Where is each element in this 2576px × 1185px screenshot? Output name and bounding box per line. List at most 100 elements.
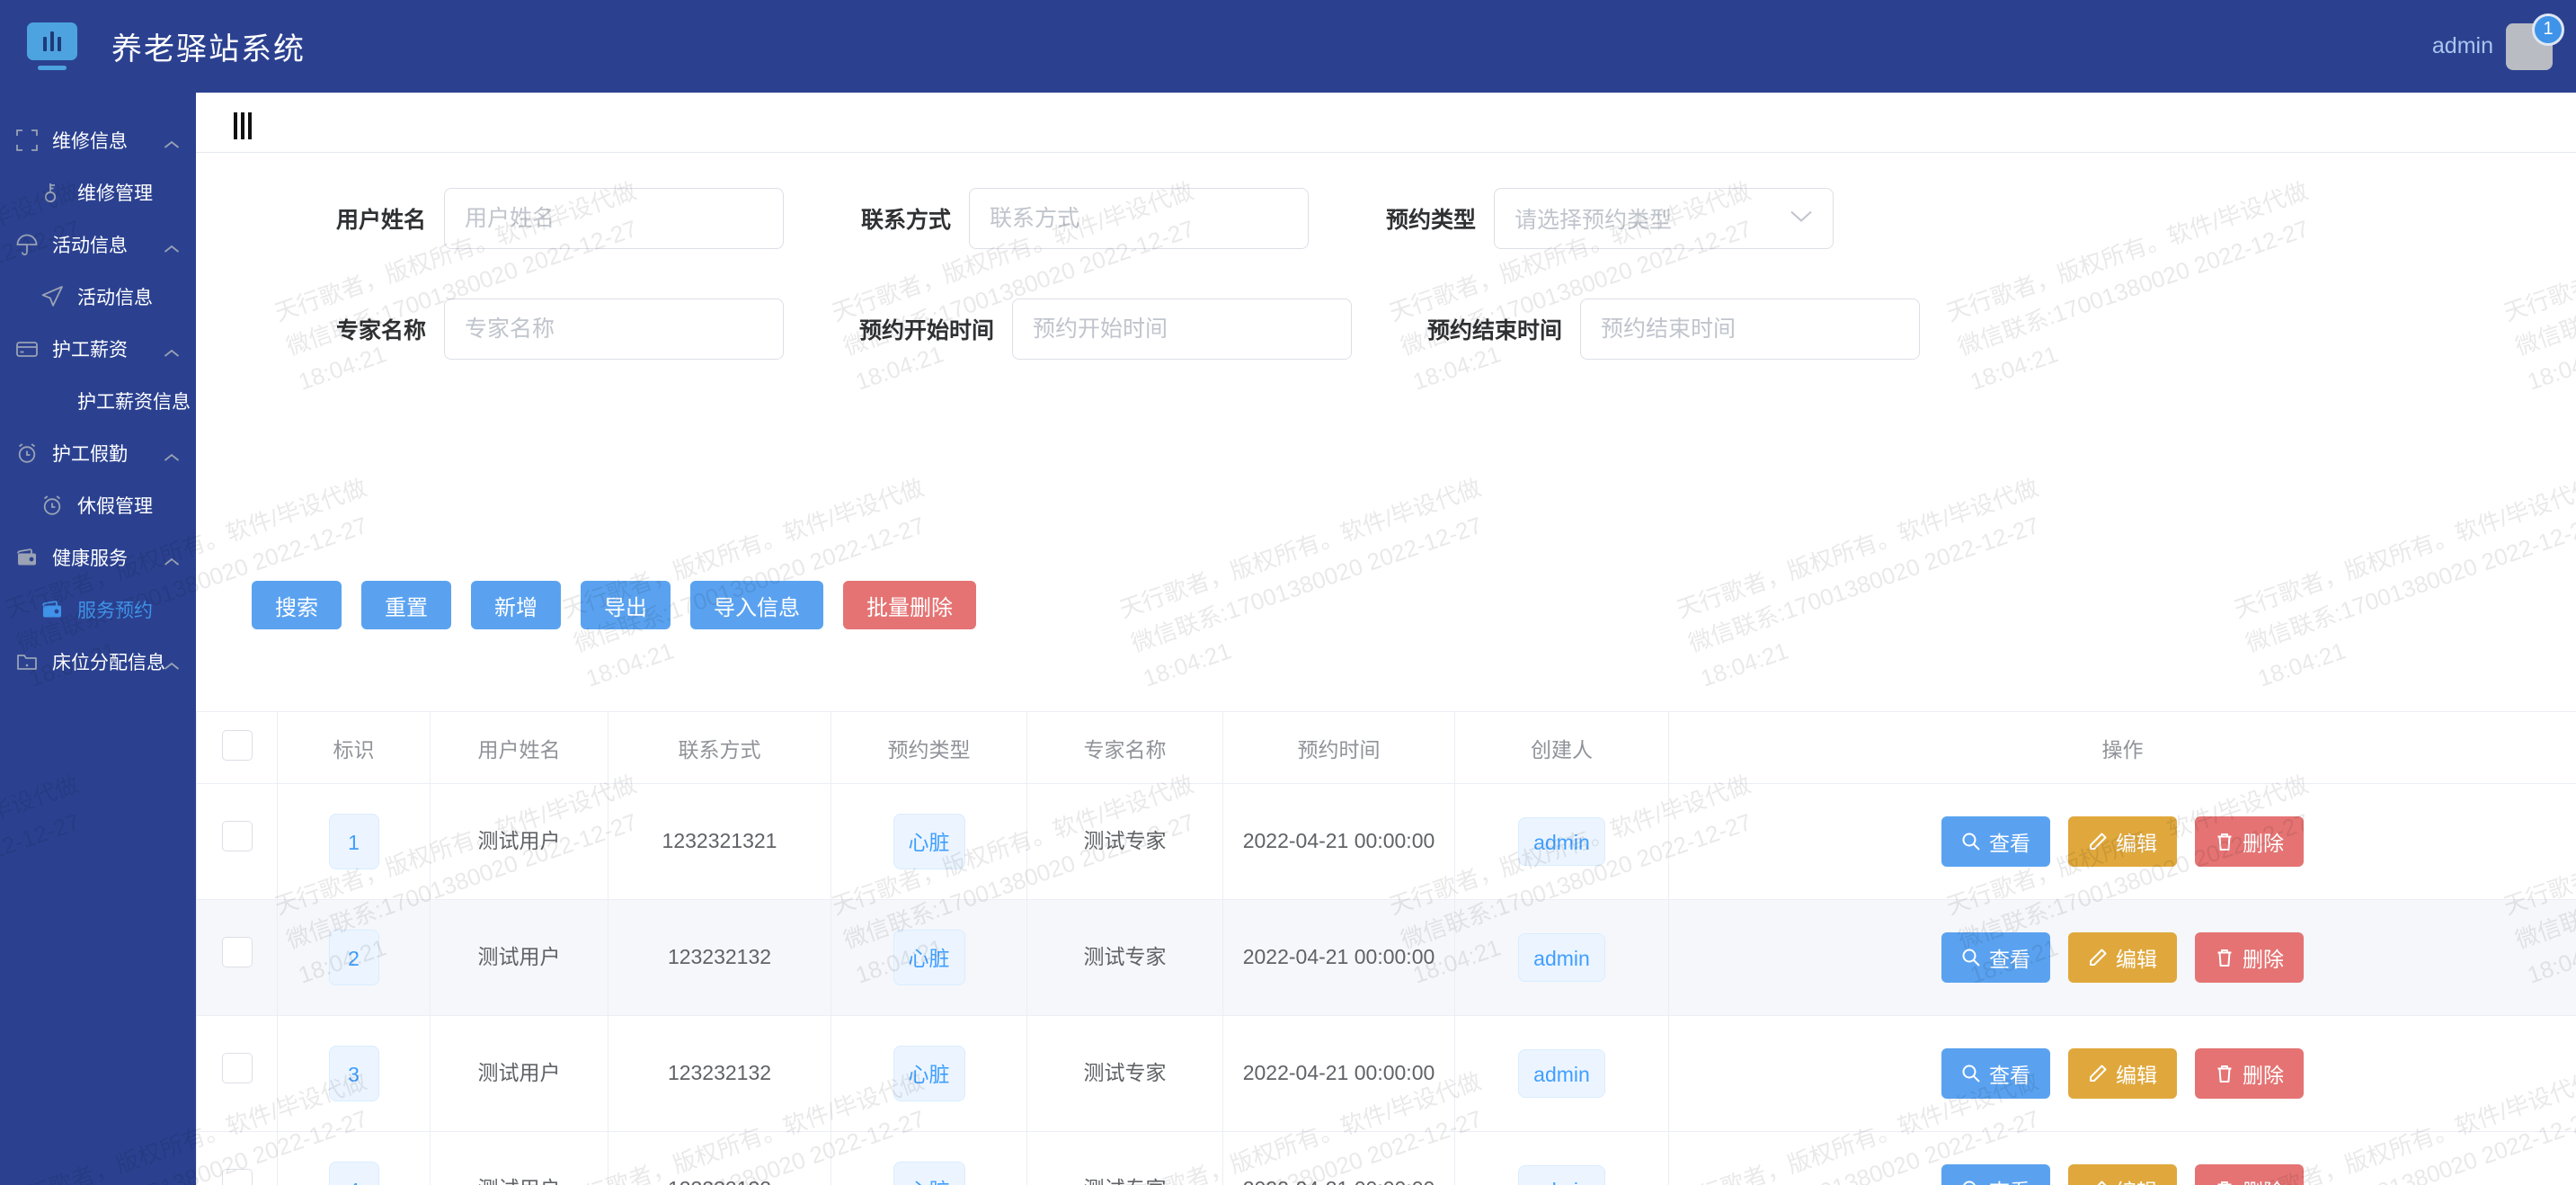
search-icon bbox=[1961, 1180, 1981, 1185]
sidebar-item-6[interactable]: 护工假勤 bbox=[0, 427, 196, 479]
cell-operations: 查看 编辑 删除 bbox=[1669, 900, 2576, 1016]
edit-pencil-icon bbox=[2088, 948, 2108, 967]
edit-button[interactable]: 编辑 bbox=[2068, 1048, 2177, 1099]
checkbox-icon[interactable] bbox=[222, 1169, 253, 1185]
user-name-label: 用户姓名 bbox=[309, 202, 426, 235]
id-tag: 3 bbox=[329, 1046, 379, 1101]
delete-button[interactable]: 删除 bbox=[2195, 932, 2304, 983]
logo-stand bbox=[38, 66, 67, 70]
cell-user-name: 测试用户 bbox=[431, 784, 608, 900]
avatar-wrapper[interactable]: 1 bbox=[2506, 23, 2553, 70]
toolbar-buttons: 搜索重置新增导出导入信息批量删除 bbox=[252, 581, 976, 629]
checkbox-icon[interactable] bbox=[222, 821, 253, 851]
chevron-up-icon[interactable] bbox=[164, 349, 180, 358]
delete-button[interactable]: 删除 bbox=[2195, 816, 2304, 867]
data-table-wrapper: 标识用户姓名联系方式预约类型专家名称预约时间创建人操作 1测试用户1232321… bbox=[196, 711, 2576, 1185]
sidebar-item-4[interactable]: 护工薪资 bbox=[0, 323, 196, 375]
row-checkbox-cell[interactable] bbox=[197, 1132, 278, 1185]
contact-input[interactable] bbox=[969, 188, 1309, 249]
sidebar-item-5[interactable]: 护工薪资信息 bbox=[0, 375, 196, 427]
alarm-clock-icon bbox=[40, 493, 65, 518]
edit-button[interactable]: 编辑 bbox=[2068, 1164, 2177, 1185]
search-icon bbox=[1961, 832, 1981, 851]
sidebar-item-9[interactable]: 服务预约 bbox=[0, 584, 196, 636]
cell-expert: 测试专家 bbox=[1027, 1132, 1223, 1185]
collapse-menu-icon[interactable] bbox=[234, 112, 252, 139]
field-start-time: 预约开始时间 bbox=[784, 298, 1352, 360]
folder-icon bbox=[14, 649, 40, 674]
sidebar-item-0[interactable]: 维修信息 bbox=[0, 114, 196, 166]
table-row[interactable]: 2测试用户123232132心脏测试专家2022-04-21 00:00:00a… bbox=[197, 900, 2576, 1016]
chevron-up-icon[interactable] bbox=[164, 140, 180, 149]
table-row[interactable]: 1测试用户1232321321心脏测试专家2022-04-21 00:00:00… bbox=[197, 784, 2576, 900]
field-user-name: 用户姓名 bbox=[196, 188, 784, 249]
select-all-checkbox[interactable] bbox=[197, 712, 278, 784]
edit-button[interactable]: 编辑 bbox=[2068, 932, 2177, 983]
chevron-up-icon[interactable] bbox=[164, 662, 180, 671]
cell-appointment-time: 2022-04-21 00:00:00 bbox=[1223, 1132, 1455, 1185]
sidebar-item-10[interactable]: 床位分配信息 bbox=[0, 636, 196, 688]
sidebar-item-8[interactable]: 健康服务 bbox=[0, 531, 196, 584]
toolbar-button-4[interactable]: 导入信息 bbox=[690, 581, 823, 629]
admin-username[interactable]: admin bbox=[2432, 33, 2493, 59]
main-content: 用户姓名 联系方式 预约类型 请选择预约类型 bbox=[196, 93, 2576, 1185]
chevron-up-icon[interactable] bbox=[164, 557, 180, 566]
appointment-type-tag: 心脏 bbox=[893, 814, 965, 869]
sidebar-item-1[interactable]: 维修管理 bbox=[0, 166, 196, 218]
cell-operations: 查看 编辑 删除 bbox=[1669, 784, 2576, 900]
toolbar-button-2[interactable]: 新增 bbox=[471, 581, 561, 629]
toolbar-button-0[interactable]: 搜索 bbox=[252, 581, 342, 629]
chevron-up-icon[interactable] bbox=[164, 453, 180, 462]
delete-button[interactable]: 删除 bbox=[2195, 1048, 2304, 1099]
edit-button-label: 编辑 bbox=[2116, 942, 2157, 973]
field-appointment-type: 预约类型 请选择预约类型 bbox=[1309, 188, 1834, 249]
edit-button-label: 编辑 bbox=[2116, 826, 2157, 857]
appointment-type-tag: 心脏 bbox=[893, 1162, 965, 1185]
view-button[interactable]: 查看 bbox=[1941, 932, 2050, 983]
key-icon bbox=[40, 180, 65, 205]
sidebar-item-label: 服务预约 bbox=[77, 596, 153, 623]
cell-user-name: 测试用户 bbox=[431, 1132, 608, 1185]
sidebar-item-2[interactable]: 活动信息 bbox=[0, 218, 196, 271]
id-tag: 2 bbox=[329, 930, 379, 985]
start-time-input[interactable] bbox=[1012, 298, 1352, 360]
table-row[interactable]: 3测试用户123232132心脏测试专家2022-04-21 00:00:00a… bbox=[197, 1016, 2576, 1132]
appointment-type-value: 请选择预约类型 bbox=[1515, 202, 1672, 235]
checkbox-icon[interactable] bbox=[222, 730, 253, 761]
appointment-type-label: 预约类型 bbox=[1359, 202, 1476, 235]
row-checkbox-cell[interactable] bbox=[197, 784, 278, 900]
view-button-label: 查看 bbox=[1989, 826, 2030, 857]
checkbox-icon[interactable] bbox=[222, 937, 253, 967]
delete-button-label: 删除 bbox=[2243, 942, 2284, 973]
header-divider bbox=[196, 152, 2576, 153]
delete-button[interactable]: 删除 bbox=[2195, 1164, 2304, 1185]
cell-contact: 1232321321 bbox=[608, 784, 831, 900]
row-checkbox-cell[interactable] bbox=[197, 900, 278, 1016]
table-head: 标识用户姓名联系方式预约类型专家名称预约时间创建人操作 bbox=[197, 712, 2576, 784]
chevron-up-icon[interactable] bbox=[164, 245, 180, 254]
sidebar-nav[interactable]: 维修信息维修管理活动信息活动信息护工薪资护工薪资信息护工假勤休假管理健康服务服务… bbox=[0, 93, 196, 1185]
cell-appointment-time: 2022-04-21 00:00:00 bbox=[1223, 1016, 1455, 1132]
edit-pencil-icon bbox=[2088, 1064, 2108, 1083]
sidebar-item-7[interactable]: 休假管理 bbox=[0, 479, 196, 531]
appointment-type-select[interactable]: 请选择预约类型 bbox=[1494, 188, 1834, 249]
view-button[interactable]: 查看 bbox=[1941, 1048, 2050, 1099]
table-row[interactable]: 4测试用户123232132心脏测试专家2022-04-21 00:00:00a… bbox=[197, 1132, 2576, 1185]
sidebar-item-label: 护工薪资信息 bbox=[77, 388, 191, 414]
sidebar-item-3[interactable]: 活动信息 bbox=[0, 271, 196, 323]
end-time-input[interactable] bbox=[1580, 298, 1920, 360]
expert-name-input[interactable] bbox=[444, 298, 784, 360]
checkbox-icon[interactable] bbox=[222, 1053, 253, 1083]
user-name-input[interactable] bbox=[444, 188, 784, 249]
toolbar-button-1[interactable]: 重置 bbox=[361, 581, 451, 629]
toolbar-button-5[interactable]: 批量删除 bbox=[843, 581, 976, 629]
view-button[interactable]: 查看 bbox=[1941, 816, 2050, 867]
cell-creator: admin bbox=[1455, 900, 1669, 1016]
toolbar-button-3[interactable]: 导出 bbox=[581, 581, 671, 629]
cell-appointment-time: 2022-04-21 00:00:00 bbox=[1223, 900, 1455, 1016]
edit-button[interactable]: 编辑 bbox=[2068, 816, 2177, 867]
cell-expert: 测试专家 bbox=[1027, 900, 1223, 1016]
row-checkbox-cell[interactable] bbox=[197, 1016, 278, 1132]
notification-badge[interactable]: 1 bbox=[2532, 13, 2564, 46]
view-button[interactable]: 查看 bbox=[1941, 1164, 2050, 1185]
